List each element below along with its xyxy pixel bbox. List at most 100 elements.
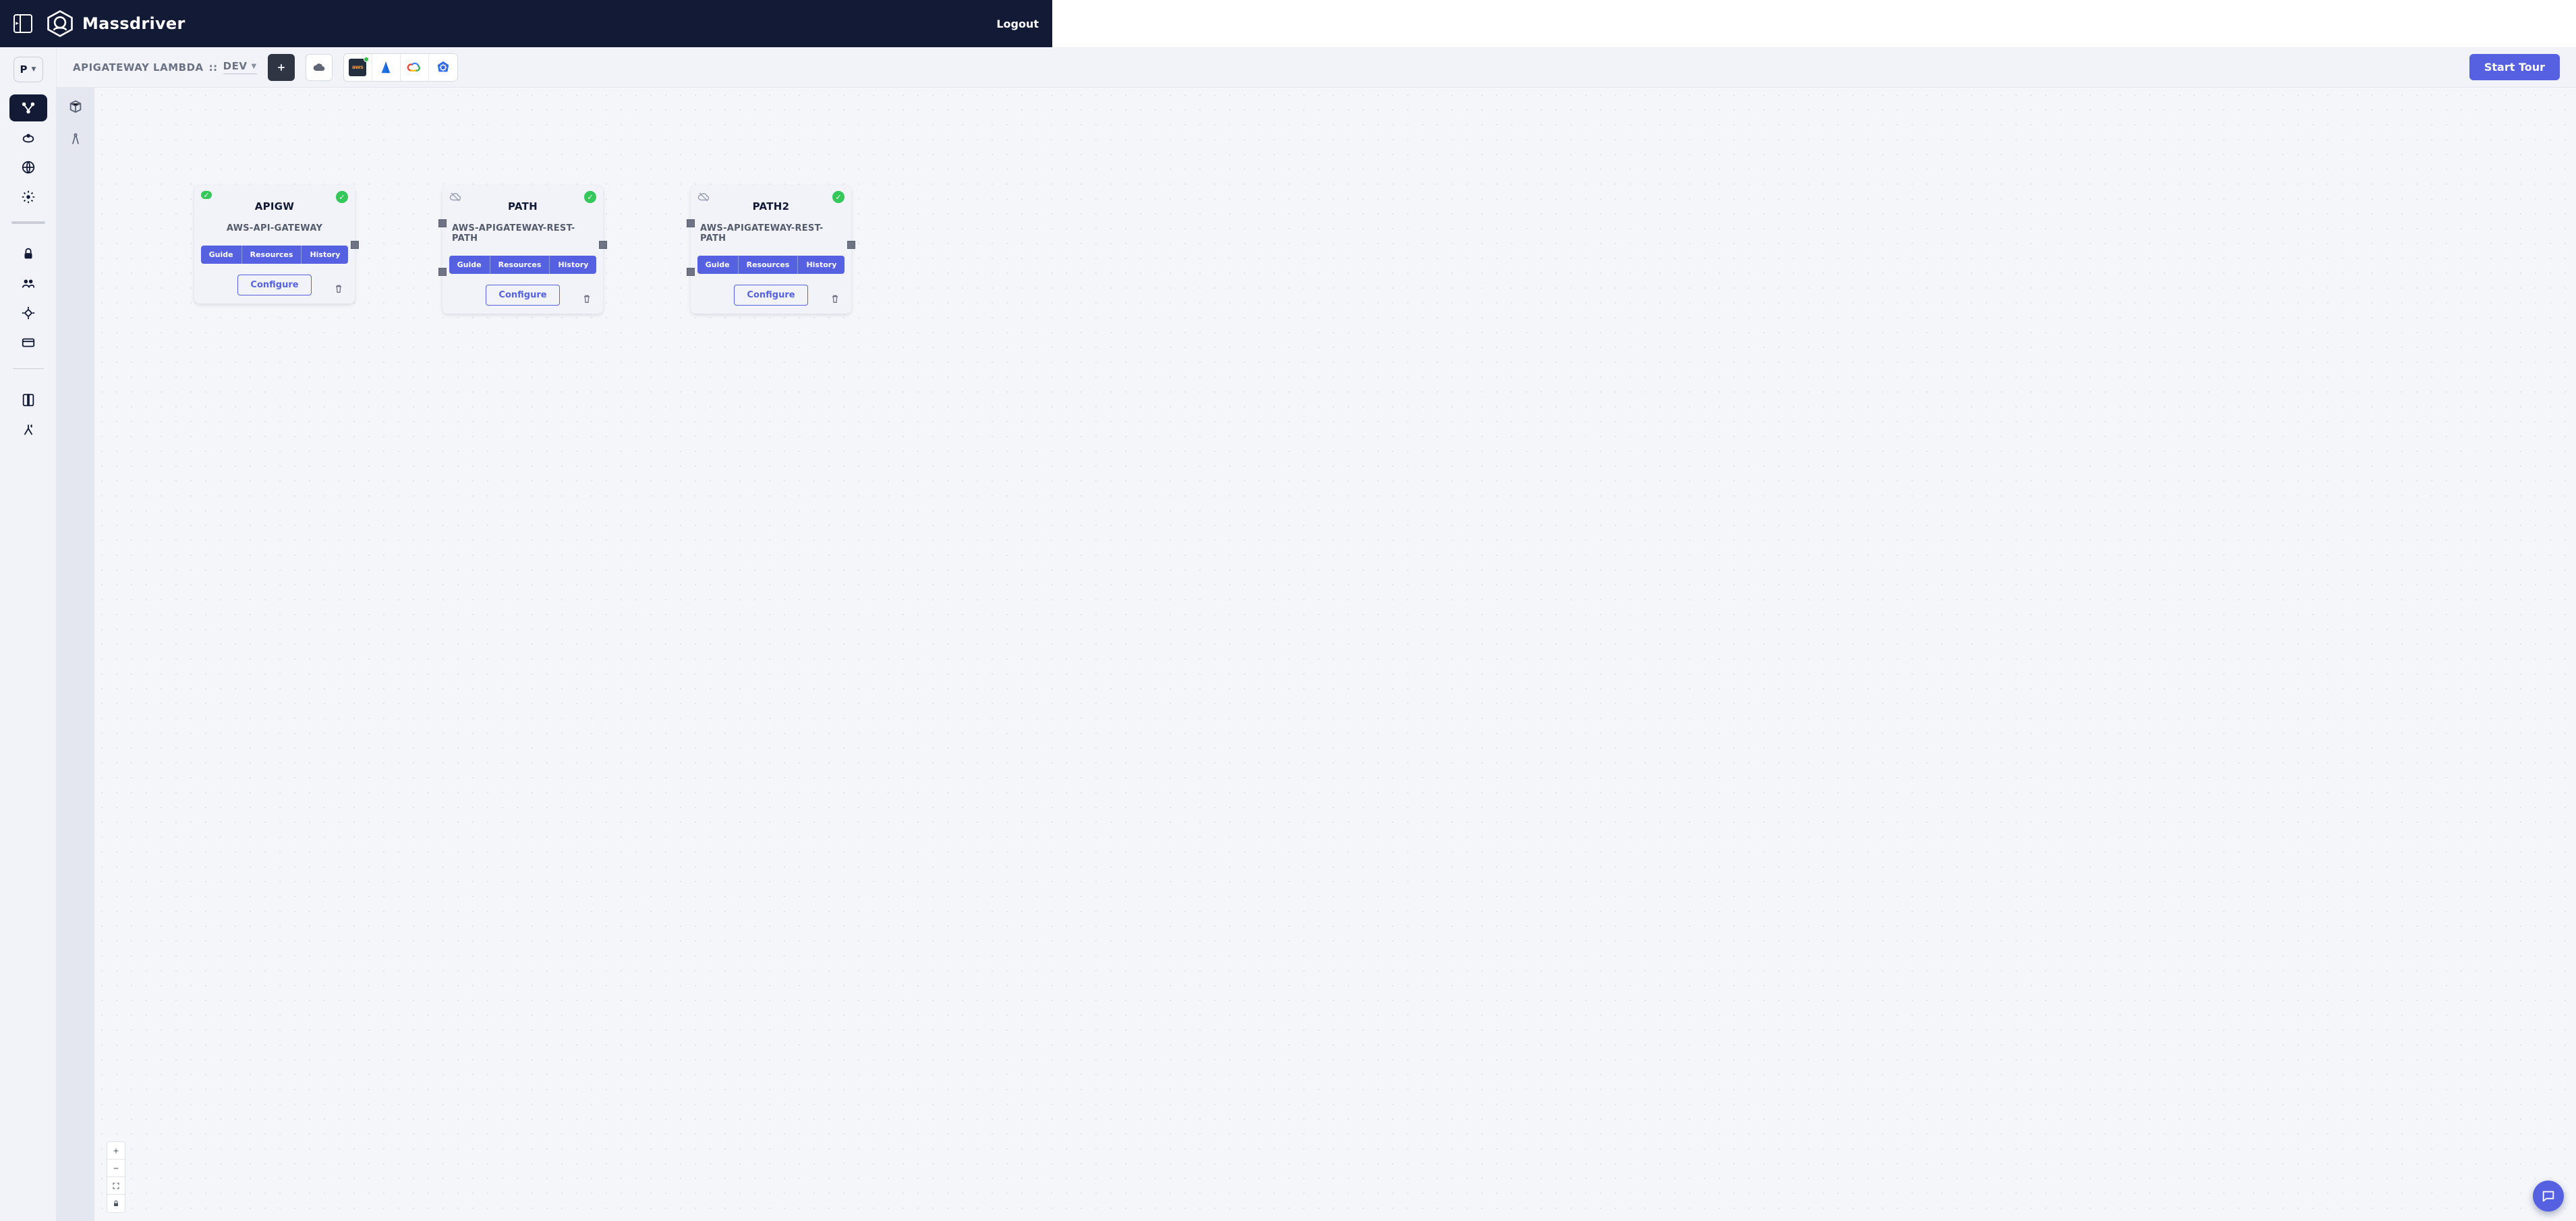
caret-down-icon: ▼ <box>251 63 256 70</box>
zoom-out-button[interactable] <box>107 1160 125 1177</box>
gcp-icon <box>407 60 422 75</box>
canvas[interactable]: APIGW AWS-API-GATEWAY Guide Resources Hi… <box>94 88 2576 1221</box>
book-icon <box>21 393 36 407</box>
node-apigw[interactable]: APIGW AWS-API-GATEWAY Guide Resources Hi… <box>194 186 355 304</box>
chat-icon <box>2541 1189 2556 1203</box>
compass-icon <box>69 132 82 146</box>
node-tab-history[interactable]: History <box>302 246 348 264</box>
provider-gcp[interactable] <box>401 54 429 81</box>
plus-icon <box>112 1147 120 1155</box>
zoom-in-button[interactable] <box>107 1142 125 1160</box>
breadcrumb: APIGATEWAY LAMBDA :: DEV ▼ <box>73 60 257 74</box>
node-subtitle: AWS-APIGATEWAY-REST-PATH <box>452 223 594 244</box>
provider-kubernetes[interactable] <box>429 54 457 81</box>
node-path[interactable]: PATH AWS-APIGATEWAY-REST-PATH Guide Reso… <box>442 186 603 314</box>
node-port-in-2[interactable] <box>687 268 695 276</box>
node-tab-resources[interactable]: Resources <box>490 256 550 274</box>
sidebar-item-graph[interactable] <box>9 94 47 121</box>
kubernetes-icon <box>436 60 451 75</box>
delete-button[interactable] <box>581 293 592 307</box>
sidebar-item-billing[interactable] <box>9 329 47 356</box>
branch-icon <box>21 422 36 437</box>
sidebar-item-branch[interactable] <box>9 416 47 443</box>
globe-icon <box>21 160 36 175</box>
trash-icon <box>830 293 840 304</box>
canvas-edges <box>94 88 297 189</box>
logout-link[interactable]: Logout <box>996 18 1039 30</box>
node-tab-history[interactable]: History <box>798 256 845 274</box>
sidebar-item-team[interactable] <box>9 270 47 297</box>
node-port-in-1[interactable] <box>438 219 447 227</box>
status-cloud-ok-icon <box>201 191 212 199</box>
provider-group: aws <box>343 53 458 82</box>
credit-card-icon <box>21 335 36 350</box>
node-title: PATH2 <box>753 200 790 212</box>
tool-compass[interactable] <box>66 130 85 148</box>
status-check-icon <box>584 191 596 203</box>
node-actions: Configure <box>452 285 594 306</box>
zoom-lock-button[interactable] <box>107 1195 125 1212</box>
sidebar-item-docs[interactable] <box>9 387 47 414</box>
node-actions: Configure <box>204 275 345 295</box>
hands-icon <box>21 130 36 145</box>
topbar: Massdriver Logout <box>0 0 1052 47</box>
cloud-filter-button[interactable] <box>306 54 333 81</box>
status-check-icon <box>336 191 348 203</box>
status-cloud-off-icon <box>697 191 710 203</box>
node-tab-guide[interactable]: Guide <box>449 256 490 274</box>
start-tour-button[interactable]: Start Tour <box>2469 54 2560 80</box>
sidebar-group-main <box>0 94 56 210</box>
gear-icon <box>21 190 36 204</box>
sidebar-divider <box>11 221 45 224</box>
delete-button[interactable] <box>333 283 344 297</box>
configure-button[interactable]: Configure <box>486 285 559 306</box>
node-port-out[interactable] <box>847 241 855 249</box>
status-check-icon <box>832 191 845 203</box>
node-tabs: Guide Resources History <box>697 256 845 274</box>
node-tab-resources[interactable]: Resources <box>739 256 799 274</box>
node-subtitle: AWS-APIGATEWAY-REST-PATH <box>700 223 842 244</box>
brand-logo-icon <box>46 9 74 38</box>
sidebar-item-settings[interactable] <box>9 183 47 210</box>
brand-name: Massdriver <box>82 14 185 33</box>
node-tab-history[interactable]: History <box>550 256 596 274</box>
sidebar-item-integrations[interactable] <box>9 300 47 326</box>
provider-azure[interactable] <box>372 54 401 81</box>
users-icon <box>21 276 36 291</box>
sidebar-item-community[interactable] <box>9 124 47 151</box>
add-button[interactable] <box>268 54 295 81</box>
brand: Massdriver <box>46 9 185 38</box>
node-tab-guide[interactable]: Guide <box>697 256 739 274</box>
node-tabs: Guide Resources History <box>201 246 349 264</box>
trash-icon <box>333 283 344 294</box>
sidebar-group-footer <box>0 387 56 443</box>
diamond-move-icon <box>21 306 36 320</box>
zoom-fit-button[interactable] <box>107 1177 125 1195</box>
node-subtitle: AWS-API-GATEWAY <box>227 223 322 233</box>
node-port-in-2[interactable] <box>438 268 447 276</box>
plus-icon <box>277 63 286 72</box>
project-switcher[interactable]: P ▼ <box>13 57 43 82</box>
sidebar-item-secrets[interactable] <box>9 240 47 267</box>
breadcrumb-separator: :: <box>209 61 218 74</box>
node-tab-resources[interactable]: Resources <box>242 246 302 264</box>
delete-button[interactable] <box>830 293 840 307</box>
breadcrumb-env-dropdown[interactable]: DEV ▼ <box>223 60 257 74</box>
lock-icon <box>112 1199 120 1208</box>
active-dot-icon <box>364 57 369 62</box>
topbar-left: Massdriver <box>13 9 185 38</box>
node-port-in-1[interactable] <box>687 219 695 227</box>
panel-toggle-icon <box>15 16 21 32</box>
provider-aws[interactable]: aws <box>344 54 372 81</box>
node-path2[interactable]: PATH2 AWS-APIGATEWAY-REST-PATH Guide Res… <box>691 186 851 314</box>
node-tab-guide[interactable]: Guide <box>201 246 242 264</box>
configure-button[interactable]: Configure <box>237 275 311 295</box>
panel-toggle-button[interactable] <box>13 14 32 33</box>
chat-fab[interactable] <box>2533 1181 2564 1212</box>
node-port-out[interactable] <box>599 241 607 249</box>
sidebar-item-globe[interactable] <box>9 154 47 181</box>
node-port-out[interactable] <box>351 241 359 249</box>
tool-package[interactable] <box>66 97 85 116</box>
configure-button[interactable]: Configure <box>734 285 807 306</box>
expand-icon <box>112 1182 120 1190</box>
